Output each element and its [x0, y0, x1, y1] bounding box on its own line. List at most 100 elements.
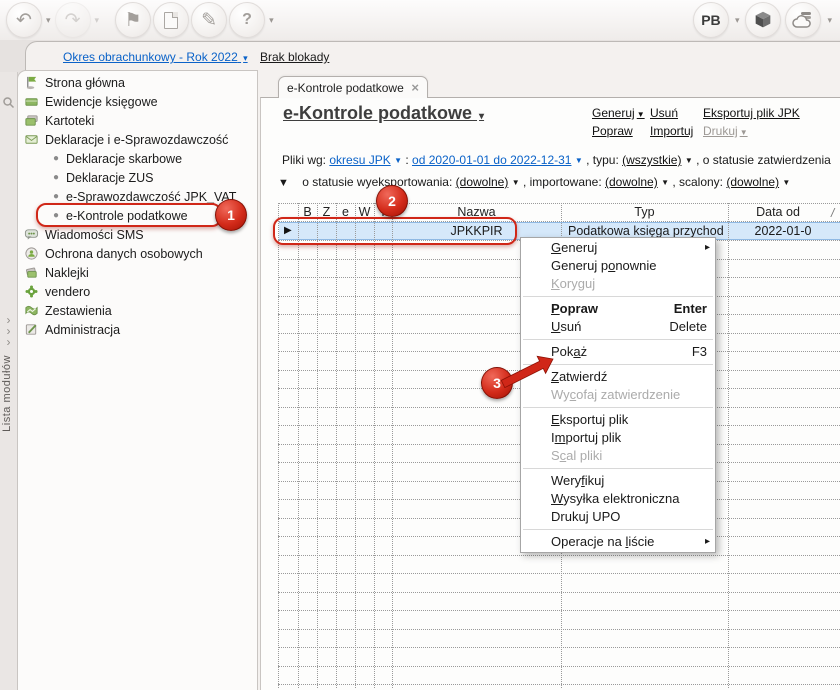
menu-item-weryfikuj[interactable]: Weryfikuj: [521, 472, 715, 490]
start-page-button[interactable]: ⚑: [115, 2, 152, 38]
column-header-b[interactable]: B: [298, 205, 317, 219]
sidebar-item-ochrona-danych[interactable]: Ochrona danych osobowych: [18, 244, 257, 263]
sign-button[interactable]: ✎: [191, 2, 228, 38]
module-cube-button[interactable]: [745, 2, 782, 38]
sidebar-item-e-kontrole-podatkowe[interactable]: ● e-Kontrole podatkowe: [18, 206, 257, 225]
page-title-label: e-Kontrole podatkowe: [283, 103, 473, 123]
forward-icon: ↷: [64, 9, 81, 31]
menu-item-pokaz[interactable]: F3 Pokaż: [521, 343, 715, 361]
page-title[interactable]: e-Kontrole podatkowe ▾: [283, 103, 486, 124]
strip-chevrons-icon: › › ›: [6, 313, 11, 349]
top-toolbar: ↶ ▾ ↷ ▾ ⚑ ✎ ? ▾ PB ▾ ▾: [0, 0, 840, 40]
export-jpk-link[interactable]: Eksportuj plik JPK: [703, 106, 800, 120]
back-button[interactable]: ↶: [6, 2, 42, 38]
export-status-caret-icon: ▼: [511, 178, 520, 187]
administration-icon: [25, 324, 37, 335]
sidebar-item-deklaracje-zus[interactable]: ● Deklaracje ZUS: [18, 168, 257, 187]
date-range-filter-link[interactable]: od 2020-01-01 do 2022-12-31: [412, 153, 571, 167]
sms-icon: [24, 229, 39, 240]
filter-colon: :: [405, 153, 409, 167]
tree-label: e-Sprawozdawczość JPK_VAT: [66, 189, 237, 204]
sidebar-item-naklejki[interactable]: Naklejki: [18, 263, 257, 282]
sidebar-item-e-sprawozdawczosc-jpk-vat[interactable]: ● e-Sprawozdawczość JPK_VAT: [18, 187, 257, 206]
period-jpk-filter-link[interactable]: okresu JPK: [329, 153, 390, 167]
sidebar-item-deklaracje-skarbowe[interactable]: ● Deklaracje skarbowe: [18, 149, 257, 168]
edit-link[interactable]: Popraw: [592, 124, 633, 138]
lock-status-link[interactable]: Brak blokady: [260, 50, 329, 64]
tab-close-icon[interactable]: ×: [411, 80, 419, 95]
type-filter-value[interactable]: (wszystkie): [622, 153, 681, 167]
module-list-strip[interactable]: › › › Lista modułów: [0, 72, 18, 690]
grid-line: [278, 665, 840, 667]
sidebar-item-wiadomosci-sms[interactable]: Wiadomości SMS: [18, 225, 257, 244]
cell-data-od[interactable]: 2022-01-0: [733, 224, 833, 238]
sort-indicator-icon: /: [831, 206, 835, 220]
column-header-z[interactable]: Z: [317, 205, 336, 219]
tree-label: Ochrona danych osobowych: [45, 246, 203, 261]
column-header-i[interactable]: I: [374, 205, 392, 219]
menu-item-operacje-na-liscie[interactable]: Operacje na liście ▸: [521, 533, 715, 551]
merged-caret-icon: ▼: [782, 178, 791, 187]
sidebar-item-vendero[interactable]: vendero: [18, 282, 257, 301]
application-window: ↶ ▾ ↷ ▾ ⚑ ✎ ? ▾ PB ▾ ▾ Okres obrachunkow…: [0, 0, 840, 690]
cloud-sync-button[interactable]: [785, 2, 822, 38]
column-header-typ[interactable]: Typ: [561, 205, 728, 219]
cell-typ[interactable]: Podatkowa księga przychod: [568, 224, 728, 238]
new-document-button[interactable]: [153, 2, 190, 38]
menu-item-drukuj-upo[interactable]: Drukuj UPO: [521, 508, 715, 526]
row-marker-icon: ▶: [284, 225, 292, 236]
menu-item-eksportuj-plik[interactable]: Eksportuj plik: [521, 411, 715, 429]
merged-value[interactable]: (dowolne): [726, 175, 779, 189]
module-tree-sidebar: Strona główna Ewidencje księgowe Kartote…: [17, 70, 258, 690]
user-dropdown-caret-icon[interactable]: ▾: [735, 15, 740, 26]
tree-label: Zestawienia: [45, 303, 112, 318]
imported-label: , importowane:: [522, 175, 602, 189]
help-dropdown-caret-icon[interactable]: ▾: [269, 15, 274, 26]
menu-item-popraw[interactable]: Enter Popraw: [521, 300, 715, 318]
sidebar-item-zestawienia[interactable]: Zestawienia: [18, 301, 257, 320]
grid-line: [278, 628, 840, 630]
sidebar-item-strona-glowna[interactable]: Strona główna: [18, 73, 257, 92]
column-header-w[interactable]: W: [355, 205, 374, 219]
generate-caret-icon: ▼: [636, 110, 645, 119]
home-icon: [26, 76, 37, 90]
menu-item-zatwierdz[interactable]: Zatwierdź: [521, 368, 715, 386]
menu-separator: [523, 296, 713, 297]
print-link[interactable]: Drukuj ▼: [703, 124, 750, 138]
tab-e-kontrole-podatkowe[interactable]: e-Kontrole podatkowe ×: [278, 76, 428, 98]
cloud-dropdown-caret-icon[interactable]: ▾: [827, 15, 832, 26]
help-button[interactable]: ?: [229, 2, 266, 38]
approval-status-label: , o statusie zatwierdzenia: [696, 153, 831, 167]
forward-dropdown-caret-icon[interactable]: ▾: [95, 15, 100, 26]
menu-item-generuj-ponownie[interactable]: Generuj ponownie: [521, 257, 715, 275]
tree-label: Wiadomości SMS: [45, 227, 144, 242]
menu-item-wysylka-elektroniczna[interactable]: Wysyłka elektroniczna: [521, 490, 715, 508]
column-header-data-od[interactable]: Data od: [728, 205, 828, 219]
cell-nazwa[interactable]: JPKKPIR: [392, 224, 561, 238]
card-index-icon: [25, 115, 38, 126]
sidebar-item-kartoteki[interactable]: Kartoteki: [18, 111, 257, 130]
column-header-nazwa[interactable]: Nazwa: [392, 205, 561, 219]
column-header-e[interactable]: e: [336, 205, 355, 219]
date-range-caret-icon: ▼: [574, 156, 583, 165]
grid-line: [278, 573, 840, 574]
back-dropdown-caret-icon[interactable]: ▾: [46, 15, 51, 26]
grid-line: [392, 203, 393, 688]
import-link[interactable]: Importuj: [650, 124, 693, 138]
tree-label: vendero: [45, 284, 91, 299]
imported-value[interactable]: (dowolne): [605, 175, 658, 189]
sidebar-item-administracja[interactable]: Administracja: [18, 320, 257, 339]
menu-item-importuj-plik[interactable]: Importuj plik: [521, 429, 715, 447]
generate-link[interactable]: Generuj ▼: [592, 106, 647, 120]
delete-link[interactable]: Usuń: [650, 106, 678, 120]
sidebar-item-ewidencje-ksiegowe[interactable]: Ewidencje księgowe: [18, 92, 257, 111]
filter-toggle-icon[interactable]: ▼: [278, 177, 289, 189]
export-status-value[interactable]: (dowolne): [456, 175, 509, 189]
sidebar-item-deklaracje[interactable]: Deklaracje i e-Sprawozdawczość: [18, 130, 257, 149]
user-initials-button[interactable]: PB: [692, 2, 729, 38]
forward-button[interactable]: ↷: [54, 2, 91, 38]
export-status-label: o statusie wyeksportowania:: [302, 175, 453, 189]
menu-item-generuj[interactable]: Generuj ▸: [521, 239, 715, 257]
menu-item-usun[interactable]: Delete Usuń: [521, 318, 715, 336]
accounting-period-link[interactable]: Okres obrachunkowy - Rok 2022 ▾: [63, 50, 250, 64]
